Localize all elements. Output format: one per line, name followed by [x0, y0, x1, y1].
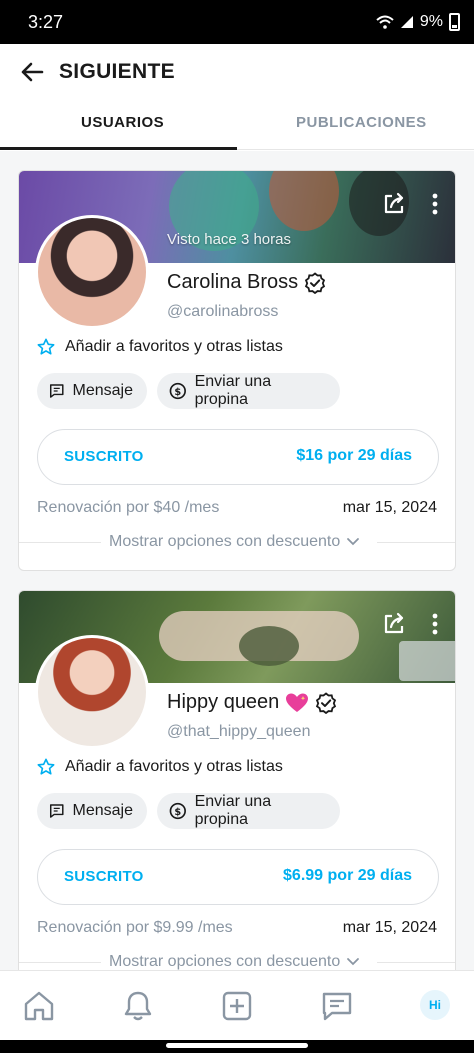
more-options-icon[interactable] — [431, 613, 439, 635]
battery-icon — [449, 13, 460, 31]
avatar[interactable] — [35, 215, 149, 329]
renewal-date: mar 15, 2024 — [342, 499, 437, 516]
avatar[interactable] — [35, 635, 149, 749]
favorites-label: Añadir a favoritos y otras listas — [65, 338, 283, 355]
tip-label: Enviar una propina — [194, 373, 272, 408]
subscribed-button[interactable]: SUSCRITO $16 por 29 días — [37, 429, 439, 485]
last-seen-text: Visto hace 3 horas — [167, 231, 291, 248]
divider — [19, 962, 101, 963]
signal-icon — [400, 16, 413, 28]
tip-label: Enviar una propina — [194, 793, 272, 828]
creator-handle: @carolinabross — [167, 303, 279, 320]
wifi-icon — [376, 15, 394, 29]
dollar-coin-icon: $ — [169, 382, 186, 400]
battery-percent: 9% — [419, 13, 443, 30]
page-title: SIGUIENTE — [59, 60, 175, 83]
subscriptions-list[interactable]: Visto hace 3 horas Carolina Bross @carol… — [0, 151, 474, 970]
message-label: Mensaje — [72, 802, 133, 819]
svg-text:$: $ — [174, 807, 181, 818]
subscribed-label: SUSCRITO — [64, 868, 144, 885]
add-post-icon[interactable] — [220, 989, 254, 1023]
favorites-label: Añadir a favoritos y otras listas — [65, 758, 283, 775]
share-icon[interactable] — [381, 191, 407, 217]
add-to-favorites[interactable]: Añadir a favoritos y otras listas — [37, 338, 283, 356]
bottom-navigation: Hi — [0, 970, 474, 1040]
discount-options-toggle[interactable]: Mostrar opciones con descuento — [19, 951, 455, 970]
home-indicator[interactable] — [166, 1043, 308, 1048]
discount-label: Mostrar opciones con descuento — [109, 533, 360, 551]
verified-badge-icon — [305, 271, 326, 294]
svg-text:$: $ — [174, 387, 181, 398]
status-time: 3:27 — [28, 12, 64, 32]
name-row: Hippy queen — [167, 691, 337, 714]
verified-badge-icon — [316, 691, 337, 714]
creator-name[interactable]: Carolina Bross — [167, 271, 298, 294]
message-icon — [49, 804, 64, 818]
renewal-info: Renovación por $40 /mes — [37, 499, 220, 516]
name-row: Carolina Bross — [167, 271, 326, 294]
message-icon — [49, 384, 64, 398]
message-button[interactable]: Mensaje — [37, 373, 147, 409]
more-options-icon[interactable] — [431, 193, 439, 215]
subscription-card: Visto hace 3 horas Carolina Bross @carol… — [18, 170, 456, 571]
app-screen: 3:27 9% SIGUIENTE USUARIOS PUBLICACIONES… — [0, 0, 474, 1053]
back-arrow-icon[interactable] — [18, 58, 46, 86]
renewal-date: mar 15, 2024 — [342, 919, 437, 936]
send-tip-button[interactable]: $ Enviar una propina — [157, 793, 340, 829]
divider — [377, 542, 455, 543]
profile-avatar[interactable]: Hi — [420, 990, 450, 1020]
bell-icon[interactable] — [121, 989, 155, 1023]
share-icon[interactable] — [381, 611, 407, 637]
add-to-favorites[interactable]: Añadir a favoritos y otras listas — [37, 758, 283, 776]
discount-text: Mostrar opciones con descuento — [109, 953, 341, 970]
divider — [19, 542, 101, 543]
active-tab-indicator — [0, 147, 237, 150]
subscription-price: $6.99 por 29 días — [283, 867, 412, 884]
discount-text: Mostrar opciones con descuento — [109, 533, 341, 550]
tab-bar: USUARIOS PUBLICACIONES — [0, 100, 474, 150]
chevron-down-icon — [347, 958, 360, 966]
subscription-price: $16 por 29 días — [296, 447, 412, 464]
home-icon[interactable] — [22, 989, 56, 1023]
messages-icon[interactable] — [320, 989, 354, 1023]
chevron-down-icon — [347, 538, 360, 546]
star-icon — [37, 338, 55, 355]
dollar-coin-icon: $ — [169, 802, 186, 820]
sparkling-heart-icon — [286, 693, 309, 712]
message-button[interactable]: Mensaje — [37, 793, 147, 829]
creator-name[interactable]: Hippy queen — [167, 691, 279, 714]
subscribed-label: SUSCRITO — [64, 448, 144, 465]
discount-label: Mostrar opciones con descuento — [109, 953, 360, 970]
tab-publicaciones[interactable]: PUBLICACIONES — [296, 114, 427, 131]
status-bar: 3:27 9% — [0, 0, 474, 44]
discount-options-toggle[interactable]: Mostrar opciones con descuento — [19, 531, 455, 555]
subscription-card: Hippy queen @that_hippy_queen Añadir a f… — [18, 590, 456, 970]
message-label: Mensaje — [72, 382, 133, 399]
system-home-bar — [0, 1040, 474, 1053]
subscribed-button[interactable]: SUSCRITO $6.99 por 29 días — [37, 849, 439, 905]
status-icons: 9% — [376, 13, 460, 31]
star-icon — [37, 758, 55, 775]
tab-usuarios[interactable]: USUARIOS — [81, 114, 164, 131]
renewal-info: Renovación por $9.99 /mes — [37, 919, 233, 936]
send-tip-button[interactable]: $ Enviar una propina — [157, 373, 340, 409]
divider — [377, 962, 455, 963]
creator-handle: @that_hippy_queen — [167, 723, 311, 740]
page-header: SIGUIENTE — [0, 44, 474, 100]
